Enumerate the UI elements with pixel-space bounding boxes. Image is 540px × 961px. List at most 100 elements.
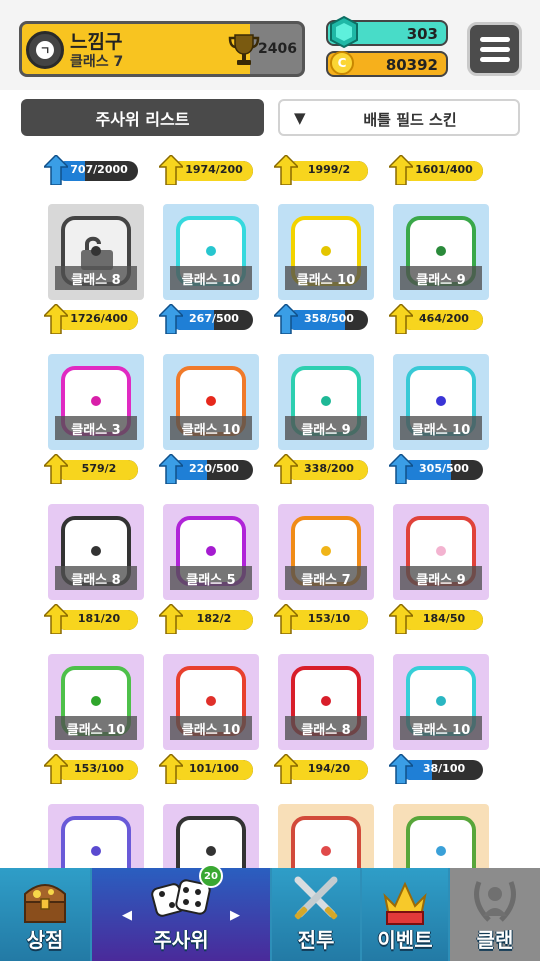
progress-text: 464/200 <box>419 312 469 325</box>
nav-dice-label: 주사위 <box>153 928 209 952</box>
dice-card[interactable]: 클래스 10 <box>163 654 259 750</box>
upgrade-progress[interactable]: 305/500 <box>389 454 485 484</box>
upgrade-progress[interactable]: 267/500 <box>159 304 255 334</box>
rank-symbol: ㄱ <box>36 41 54 59</box>
dice-card[interactable]: 클래스 9 <box>278 354 374 450</box>
dice-card[interactable] <box>48 804 144 868</box>
dice-class-label: 클래스 9 <box>400 266 482 290</box>
up-arrow-icon <box>44 304 68 334</box>
upgrade-progress[interactable]: 464/200 <box>389 304 485 334</box>
dice-pip <box>91 396 101 406</box>
dice-pip <box>321 396 331 406</box>
dice-pip <box>436 546 446 556</box>
dice-pip <box>436 696 446 706</box>
dice-card[interactable] <box>393 804 489 868</box>
up-arrow-icon <box>274 754 298 784</box>
nav-arrow-left-icon[interactable]: ◀ <box>122 908 132 923</box>
progress-text: 220/500 <box>189 462 239 475</box>
nav-arrow-right-icon[interactable]: ▶ <box>230 908 240 923</box>
upgrade-progress[interactable]: 181/20 <box>44 604 140 634</box>
progress-text: 1974/200 <box>185 163 243 176</box>
dice-pip <box>321 546 331 556</box>
upgrade-progress[interactable]: 707/2000 <box>44 155 140 185</box>
upgrade-progress[interactable]: 101/100 <box>159 754 255 784</box>
up-arrow-icon <box>44 604 68 634</box>
dice-card[interactable]: 클래스 5 <box>163 504 259 600</box>
up-arrow-icon <box>44 454 68 484</box>
nav-battle[interactable]: 전투 <box>272 868 360 961</box>
hamburger-menu-icon <box>479 56 510 62</box>
gear-rank-icon: ㄱ <box>26 31 64 69</box>
nav-dice[interactable]: 20 ◀ ▶ 주사위 <box>92 864 270 961</box>
dice-face <box>61 816 131 868</box>
dice-card[interactable]: 클래스 10 <box>48 654 144 750</box>
up-arrow-icon <box>274 155 298 185</box>
upgrade-progress[interactable]: 1726/400 <box>44 304 140 334</box>
dice-card[interactable]: 클래스 8 <box>48 204 144 300</box>
tab-battle-field-skin-label: 배틀 필드 스킨 <box>363 111 457 129</box>
gem-icon <box>330 15 358 49</box>
progress-text: 153/10 <box>307 612 351 625</box>
dice-card[interactable]: 클래스 10 <box>393 654 489 750</box>
dice-card[interactable] <box>278 804 374 868</box>
dice-card[interactable]: 클래스 9 <box>393 204 489 300</box>
up-arrow-icon <box>159 754 183 784</box>
tab-battle-field-skin[interactable]: ▼ 배틀 필드 스킨 <box>278 99 520 136</box>
nav-event-label: 이벤트 <box>377 928 433 952</box>
upgrade-progress[interactable]: 220/500 <box>159 454 255 484</box>
dice-class-label: 클래스 5 <box>170 566 252 590</box>
dice-card[interactable]: 클래스 8 <box>48 504 144 600</box>
dice-card[interactable]: 클래스 10 <box>163 354 259 450</box>
dice-card[interactable]: 클래스 10 <box>278 204 374 300</box>
coin-value: 80392 <box>385 56 438 74</box>
progress-text: 153/100 <box>74 762 124 775</box>
up-arrow-icon <box>274 454 298 484</box>
upgrade-progress[interactable]: 1974/200 <box>159 155 255 185</box>
dice-card[interactable]: 클래스 8 <box>278 654 374 750</box>
profile-panel[interactable]: ㄱ 느낌구 클래스 7 2406 <box>19 21 305 77</box>
up-arrow-icon <box>389 604 413 634</box>
upgrade-progress[interactable]: 153/100 <box>44 754 140 784</box>
upgrade-progress[interactable]: 184/50 <box>389 604 485 634</box>
upgrade-progress[interactable]: 1601/400 <box>389 155 485 185</box>
dice-card[interactable]: 클래스 9 <box>393 504 489 600</box>
progress-text: 707/2000 <box>70 163 128 176</box>
upgrade-progress[interactable]: 1999/2 <box>274 155 370 185</box>
nav-clan[interactable]: 클랜 <box>450 868 540 961</box>
dice-pip <box>436 846 446 856</box>
dice-class-label: 클래스 8 <box>55 566 137 590</box>
gem-value: 303 <box>406 25 438 43</box>
tab-dice-list[interactable]: 주사위 리스트 <box>21 99 264 136</box>
dice-class-label: 클래스 10 <box>170 416 252 440</box>
progress-text: 267/500 <box>189 312 239 325</box>
dice-card[interactable]: 클래스 3 <box>48 354 144 450</box>
menu-button[interactable] <box>467 22 522 76</box>
up-arrow-icon <box>389 454 413 484</box>
upgrade-progress[interactable]: 38/100 <box>389 754 485 784</box>
upgrade-progress[interactable]: 579/2 <box>44 454 140 484</box>
dice-card[interactable]: 클래스 10 <box>393 354 489 450</box>
up-arrow-icon <box>44 754 68 784</box>
player-name: 느낌구 <box>70 31 123 53</box>
up-arrow-icon <box>159 604 183 634</box>
dice-pip <box>206 846 216 856</box>
up-arrow-icon <box>159 454 183 484</box>
up-arrow-icon <box>274 304 298 334</box>
trophy-count: 2406 <box>258 41 297 57</box>
upgrade-progress[interactable]: 182/2 <box>159 604 255 634</box>
nav-clan-label: 클랜 <box>476 928 514 952</box>
dice-class-label: 클래스 3 <box>55 416 137 440</box>
nav-event[interactable]: 이벤트 <box>362 868 448 961</box>
top-bar: ㄱ 느낌구 클래스 7 2406 303 80392 C <box>0 0 540 90</box>
dice-card[interactable]: 클래스 7 <box>278 504 374 600</box>
nav-shop-label: 상점 <box>26 928 64 952</box>
upgrade-progress[interactable]: 338/200 <box>274 454 370 484</box>
upgrade-progress[interactable]: 358/500 <box>274 304 370 334</box>
upgrade-progress[interactable]: 153/10 <box>274 604 370 634</box>
dice-card[interactable] <box>163 804 259 868</box>
dice-pip <box>321 246 331 256</box>
upgrade-progress[interactable]: 194/20 <box>274 754 370 784</box>
nav-shop[interactable]: 상점 <box>0 868 90 961</box>
dice-card[interactable]: 클래스 10 <box>163 204 259 300</box>
dice-pip <box>436 246 446 256</box>
